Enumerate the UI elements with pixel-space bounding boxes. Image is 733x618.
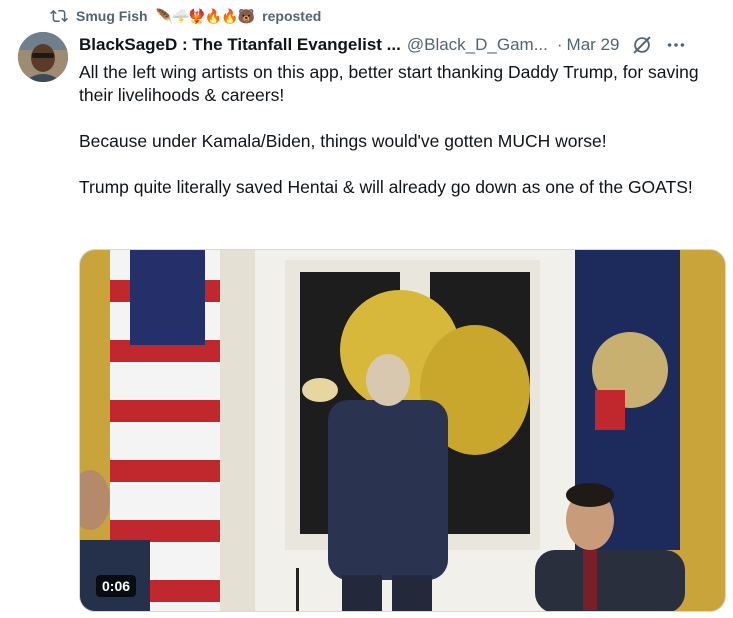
reposted-label: reposted (262, 8, 322, 24)
video-player[interactable]: 0:06 (79, 249, 726, 612)
separator-dot: · (556, 35, 563, 54)
tweet-header: BlackSageD : The Titanfall Evangelist ..… (79, 34, 721, 56)
video-duration: 0:06 (96, 575, 137, 597)
tweet-date[interactable]: Mar 29 (567, 35, 620, 55)
reposter-emojis: 🪶🌩️🐦‍🔥🔥🔥🐻 (155, 7, 256, 24)
author-display-name[interactable]: BlackSageD : The Titanfall Evangelist ..… (79, 35, 401, 55)
tweet-text: All the left wing artists on this app, b… (79, 61, 719, 199)
grok-icon[interactable] (631, 34, 653, 56)
author-handle[interactable]: @Black_D_Gam... (407, 35, 548, 55)
video-frame (80, 250, 725, 611)
tweet-paragraph: Trump quite literally saved Hentai & wil… (79, 177, 693, 197)
tweet-paragraph: All the left wing artists on this app, b… (79, 62, 699, 105)
tweet-paragraph: Because under Kamala/Biden, things would… (79, 131, 607, 151)
repost-indicator[interactable]: Smug Fish 🪶🌩️🐦‍🔥🔥🔥🐻 reposted (50, 6, 321, 26)
reposter-name[interactable]: Smug Fish (76, 8, 148, 24)
repost-icon (50, 7, 68, 25)
avatar[interactable] (18, 32, 68, 82)
more-icon[interactable] (665, 34, 687, 56)
